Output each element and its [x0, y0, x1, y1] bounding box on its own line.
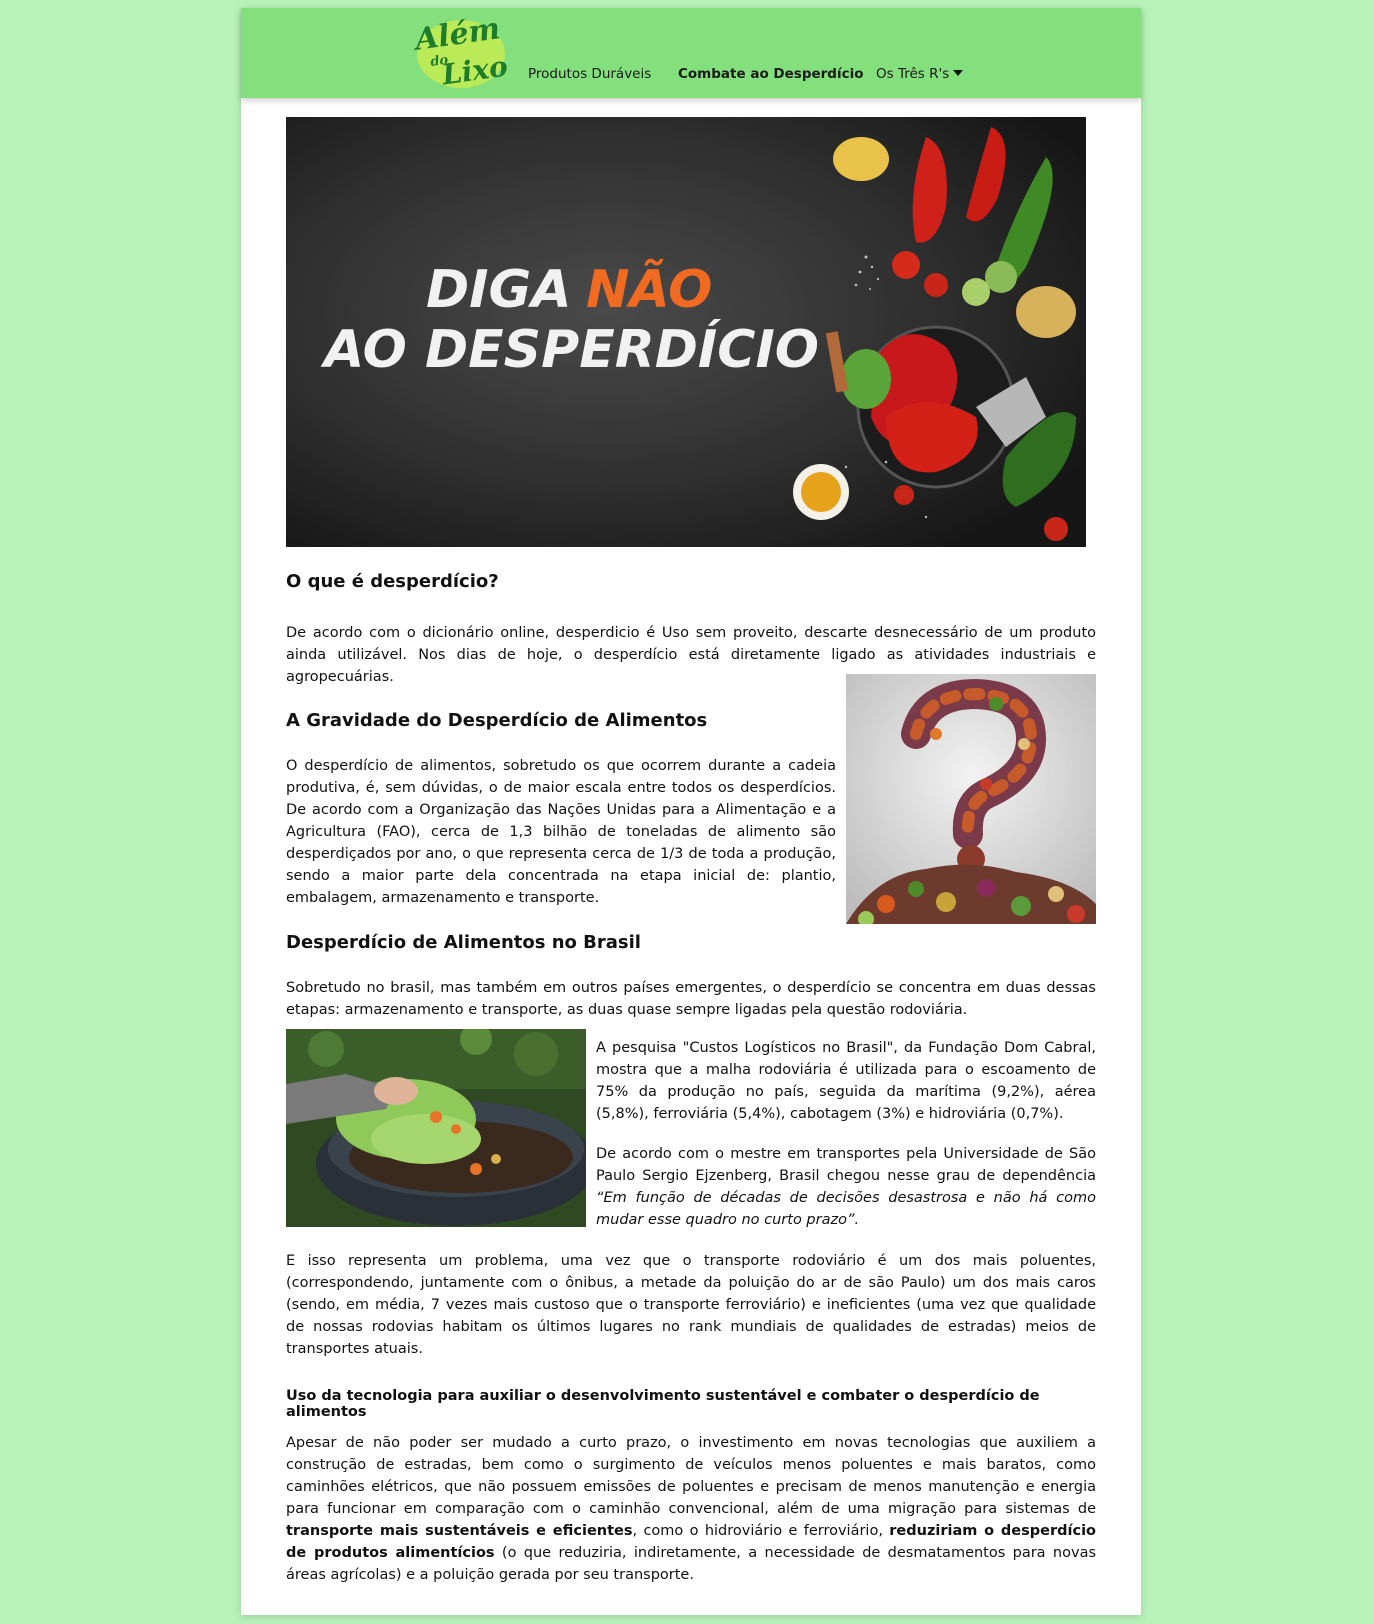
paragraph: Sobretudo no brasil, mas também em outro… [286, 980, 1096, 1018]
paragraph-text: Apesar de não poder ser mudado a curto p… [286, 1435, 1096, 1517]
hero-title-line1b: NÃO [586, 259, 712, 320]
section-title: Desperdício de Alimentos no Brasil [286, 932, 641, 953]
site-logo[interactable]: Além do Lixo [409, 10, 513, 94]
paragraph-text: De acordo com o mestre em transportes pe… [596, 1146, 1096, 1184]
caret-down-icon [953, 70, 964, 76]
nav-combate-desperdicio[interactable]: Combate ao Desperdício [678, 66, 864, 82]
section-tecnologia-body: Apesar de não poder ser mudado a curto p… [286, 1432, 1096, 1586]
paragraph: De acordo com o mestre em transportes pe… [596, 1143, 1096, 1231]
section-tecnologia: Uso da tecnologia para auxiliar o desenv… [286, 1388, 1096, 1420]
navbar: Além do Lixo Produtos Duráveis Combate a… [241, 8, 1141, 98]
paragraph: Apesar de não poder ser mudado a curto p… [286, 1432, 1096, 1586]
nav-tres-rs[interactable]: Os Três R's [876, 66, 964, 82]
hero-banner: DIGA NÃO AO DESPERDÍCIO [286, 117, 1086, 547]
section-o-que-e: O que é desperdício? [286, 571, 1096, 592]
page-container: Além do Lixo Produtos Duráveis Combate a… [241, 8, 1141, 1615]
question-mark-food-image [846, 674, 1096, 924]
section-brasil: Desperdício de Alimentos no Brasil [286, 932, 1096, 953]
section-title: Uso da tecnologia para auxiliar o desenv… [286, 1388, 1040, 1420]
section-gravidade: A Gravidade do Desperdício de Alimentos [286, 710, 836, 731]
nav-produtos-duraveis[interactable]: Produtos Duráveis [528, 66, 651, 82]
section-title: A Gravidade do Desperdício de Alimentos [286, 710, 708, 731]
section-brasil-pesquisa: A pesquisa "Custos Logísticos no Brasil"… [596, 1037, 1096, 1125]
bold-text: transporte mais sustentáveis e eficiente… [286, 1523, 633, 1539]
nav-tres-rs-label: Os Três R's [876, 66, 950, 82]
paragraph: E isso representa um problema, uma vez q… [286, 1253, 1096, 1357]
quote: “Em função de décadas de decisões desast… [596, 1190, 1096, 1228]
section-brasil-problema: E isso representa um problema, uma vez q… [286, 1250, 1096, 1360]
paragraph: A pesquisa "Custos Logísticos no Brasil"… [596, 1040, 1096, 1122]
paragraph: O desperdício de alimentos, sobretudo os… [286, 758, 836, 906]
hero-title-line1a: DIGA [426, 260, 571, 320]
hero-title-line2: AO DESPERDÍCIO [320, 319, 819, 380]
section-brasil-mestre: De acordo com o mestre em transportes pe… [596, 1143, 1096, 1231]
section-title: O que é desperdício? [286, 571, 499, 592]
section-brasil-body: Sobretudo no brasil, mas também em outro… [286, 977, 1096, 1021]
paragraph-text: , como o hidroviário e ferroviário, [632, 1523, 890, 1539]
section-gravidade-body: O desperdício de alimentos, sobretudo os… [286, 755, 836, 909]
compost-bin-image [286, 1029, 586, 1227]
